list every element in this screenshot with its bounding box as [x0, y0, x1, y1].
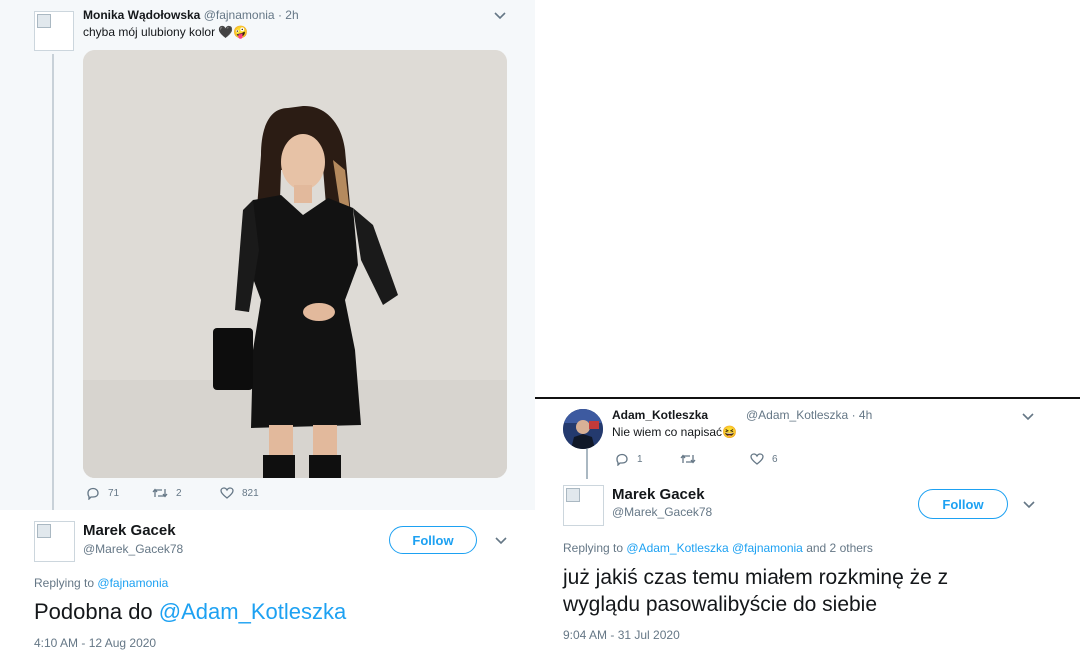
thread-line — [586, 449, 588, 479]
tweet-header: Monika Wądołowska @fajnamonia · 2h — [83, 8, 299, 22]
reply-text-line: wyglądu pasowalibyście do siebie — [563, 593, 878, 616]
avatar-photo — [563, 409, 603, 449]
avatar[interactable] — [563, 409, 603, 449]
author-name[interactable]: Monika Wądołowska — [83, 8, 200, 22]
chevron-down-icon[interactable] — [1023, 501, 1035, 511]
tweet-time[interactable]: · 4h — [852, 408, 873, 422]
author-name[interactable]: Marek Gacek — [612, 486, 705, 503]
left-reply: Marek Gacek @Marek_Gacek78 Follow Replyi… — [0, 510, 535, 653]
like-count: 6 — [772, 453, 778, 465]
tweet-photo[interactable] — [83, 50, 507, 478]
like-action[interactable]: 6 — [750, 453, 778, 465]
chevron-down-icon[interactable] — [1022, 413, 1034, 423]
mention-link[interactable]: @Adam_Kotleszka — [159, 599, 346, 624]
mention-link[interactable]: @fajnamonia — [732, 541, 803, 555]
mention-link[interactable]: @Adam_Kotleszka — [626, 541, 728, 555]
replying-suffix[interactable]: and 2 others — [806, 541, 873, 555]
blank-area — [535, 0, 1080, 397]
author-handle[interactable]: @Adam_Kotleszka — [746, 408, 848, 422]
reply-icon — [87, 487, 99, 500]
author-handle-time: @Adam_Kotleszka · 4h — [746, 408, 872, 422]
replying-prefix: Replying to — [34, 576, 95, 590]
retweet-count: 2 — [176, 487, 182, 499]
tweet-text: Nie wiem co napisać😆 — [612, 425, 737, 439]
tweet-text: chyba mój ulubiony kolor 🖤🤪 — [83, 25, 249, 39]
reply-action[interactable]: 1 — [615, 453, 643, 466]
retweet-icon — [152, 488, 168, 498]
replying-prefix: Replying to — [563, 541, 624, 555]
avatar[interactable] — [34, 521, 75, 562]
chevron-down-icon[interactable] — [495, 537, 507, 547]
reply-text-prefix: Podobna do — [34, 599, 153, 624]
timestamp[interactable]: 4:10 AM - 12 Aug 2020 — [34, 636, 156, 650]
reply-count: 71 — [108, 488, 120, 499]
author-handle[interactable]: @Marek_Gacek78 — [83, 542, 183, 556]
photo-woman-black-dress — [83, 50, 507, 478]
reply-count: 1 — [637, 454, 643, 465]
author-name[interactable]: Marek Gacek — [83, 522, 176, 539]
reply-action[interactable]: 71 — [86, 487, 119, 500]
replying-to: Replying to @fajnamonia — [34, 576, 168, 590]
retweet-icon — [680, 454, 696, 464]
reply-text-line: już jakiś czas temu miałem rozkminę że z — [563, 566, 949, 589]
author-handle[interactable]: @Marek_Gacek78 — [612, 505, 712, 519]
reply-icon — [616, 453, 628, 466]
reply-text: już jakiś czas temu miałem rozkminę że z… — [563, 564, 948, 618]
heart-icon — [750, 453, 764, 465]
tweet-time[interactable]: · 2h — [278, 8, 299, 22]
reply-text: Podobna do @Adam_Kotleszka — [34, 599, 346, 625]
avatar[interactable] — [563, 485, 604, 526]
heart-icon — [220, 487, 234, 499]
author-handle[interactable]: @fajnamonia — [204, 8, 275, 22]
retweet-action[interactable]: 2 — [152, 487, 182, 499]
replying-to: Replying to @Adam_Kotleszka @fajnamonia … — [563, 541, 873, 555]
mention-link[interactable]: @fajnamonia — [97, 576, 168, 590]
follow-button[interactable]: Follow — [918, 489, 1008, 519]
timestamp[interactable]: 9:04 AM - 31 Jul 2020 — [563, 628, 680, 642]
chevron-down-icon[interactable] — [494, 12, 506, 22]
left-tweet: Monika Wądołowska @fajnamonia · 2h chyba… — [0, 0, 535, 510]
thread-line — [52, 54, 54, 510]
retweet-action[interactable] — [680, 453, 704, 465]
like-action[interactable]: 821 — [220, 487, 259, 499]
avatar[interactable] — [34, 11, 74, 51]
follow-button[interactable]: Follow — [389, 526, 477, 554]
right-thread: Adam_Kotleszka @Adam_Kotleszka · 4h Nie … — [535, 397, 1080, 653]
like-count: 821 — [242, 487, 259, 499]
author-name[interactable]: Adam_Kotleszka — [612, 408, 708, 422]
